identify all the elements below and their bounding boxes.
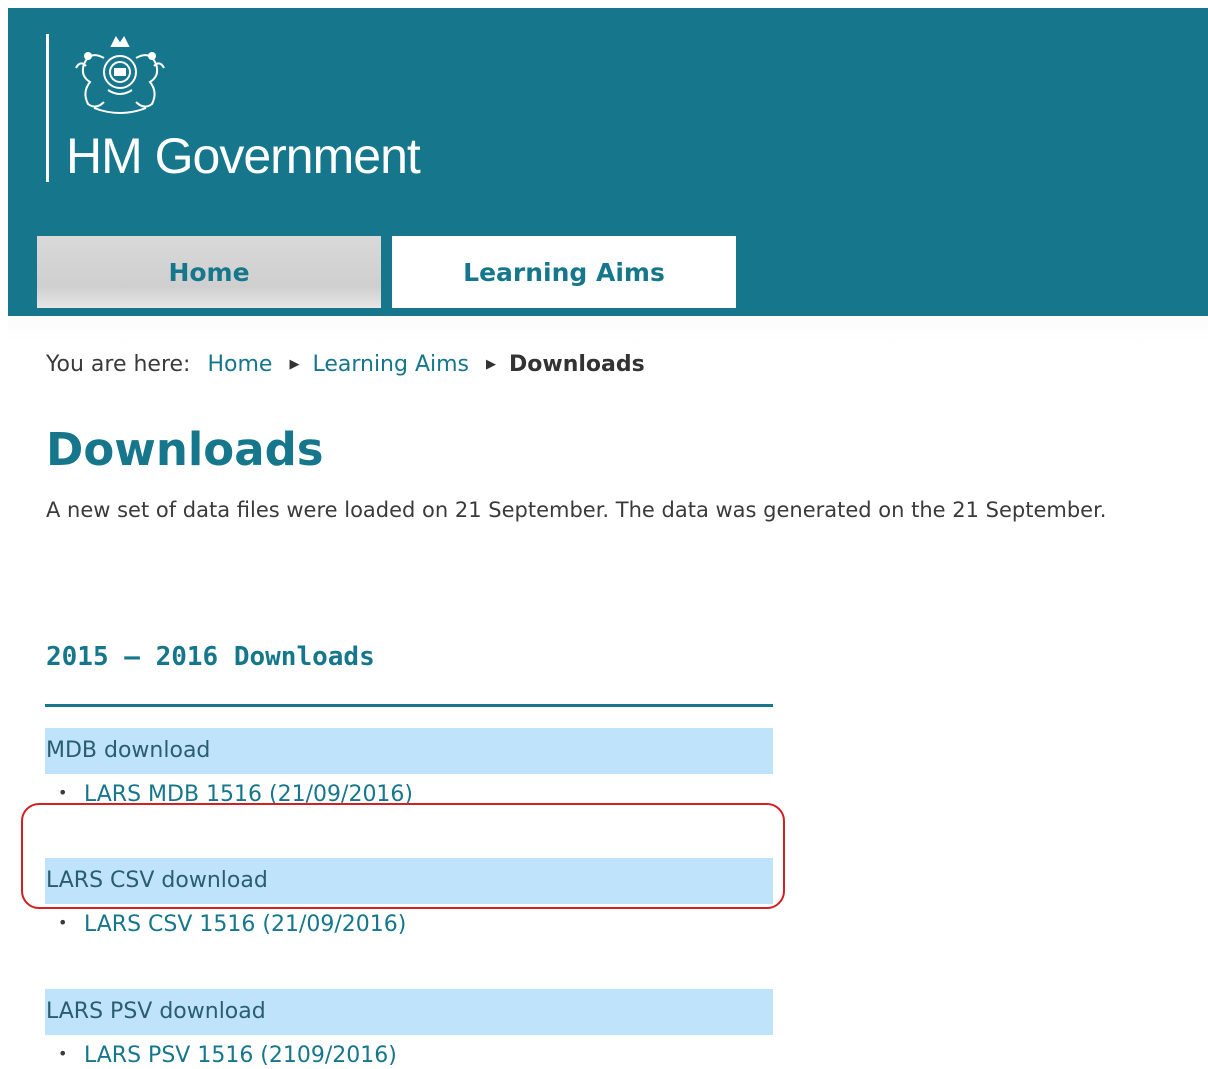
brand-name: HM Government [66, 128, 421, 184]
breadcrumb-link-home[interactable]: Home [207, 352, 272, 377]
royal-coat-of-arms-icon [75, 36, 165, 114]
download-link-mdb[interactable]: • LARS MDB 1516 (21/09/2016) [58, 782, 413, 807]
bullet-icon: • [58, 783, 68, 802]
download-link-psv[interactable]: • LARS PSV 1516 (2109/2016) [58, 1043, 397, 1068]
bullet-icon: • [58, 913, 68, 932]
breadcrumb-current: Downloads [509, 352, 645, 377]
intro-text: A new set of data files were loaded on 2… [46, 498, 1107, 522]
group-heading-mdb: MDB download [45, 728, 773, 774]
section-title: 2015 – 2016 Downloads [46, 642, 375, 672]
download-link-label: LARS MDB 1516 (21/09/2016) [84, 782, 414, 807]
triangle-right-icon: ▶ [289, 357, 300, 372]
tab-home[interactable]: Home [37, 236, 381, 308]
group-heading-psv: LARS PSV download [45, 989, 773, 1035]
tab-learning-aims[interactable]: Learning Aims [392, 236, 736, 308]
section-divider [45, 704, 773, 707]
breadcrumb-prefix: You are here: [46, 352, 191, 377]
download-link-label: LARS PSV 1516 (2109/2016) [84, 1043, 397, 1068]
page-title: Downloads [46, 423, 324, 476]
tab-home-label: Home [168, 257, 250, 287]
breadcrumb: You are here: Home ▶ Learning Aims ▶ Dow… [46, 352, 645, 377]
download-link-csv[interactable]: • LARS CSV 1516 (21/09/2016) [58, 912, 406, 937]
breadcrumb-link-learning-aims[interactable]: Learning Aims [312, 352, 469, 377]
group-heading-csv: LARS CSV download [45, 858, 773, 904]
triangle-right-icon: ▶ [486, 357, 497, 372]
download-link-label: LARS CSV 1516 (21/09/2016) [84, 912, 407, 937]
bullet-icon: • [58, 1044, 68, 1063]
header-shadow [8, 316, 1208, 346]
tab-learning-aims-label: Learning Aims [463, 257, 665, 287]
brand-divider [46, 34, 49, 182]
